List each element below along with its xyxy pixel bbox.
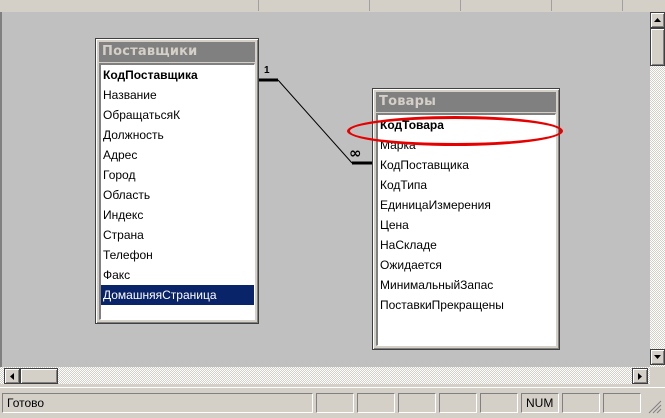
field-item[interactable]: ПоставкиПрекращены — [378, 295, 555, 315]
field-item[interactable]: Цена — [378, 215, 555, 235]
table-suppliers[interactable]: Поставщики КодПоставщика Название Обраща… — [95, 38, 259, 324]
table-title[interactable]: Товары — [376, 92, 556, 112]
scroll-left-arrow-icon — [10, 372, 14, 380]
resize-grip-icon[interactable] — [648, 400, 662, 414]
field-item[interactable]: Факс — [101, 265, 254, 285]
field-item[interactable]: Должность — [101, 125, 254, 145]
relationship-line — [277, 79, 353, 164]
scroll-right-arrow-icon — [638, 372, 642, 380]
field-item[interactable]: Страна — [101, 225, 254, 245]
scroll-right-button[interactable] — [632, 368, 648, 384]
field-item[interactable]: Город — [101, 165, 254, 185]
field-item[interactable]: Адрес — [101, 145, 254, 165]
field-item[interactable]: Ожидается — [378, 255, 555, 275]
field-item[interactable]: МинимальныйЗапас — [378, 275, 555, 295]
status-pane — [562, 393, 600, 413]
scroll-up-button[interactable] — [650, 12, 665, 28]
horizontal-scroll-thumb[interactable] — [20, 368, 58, 384]
status-pane — [316, 393, 354, 413]
status-text: Готово — [2, 393, 313, 413]
scrollbar-corner — [650, 367, 665, 384]
field-item[interactable]: ОбращатьсяК — [101, 105, 254, 125]
horizontal-scrollbar[interactable] — [0, 367, 650, 384]
field-item[interactable]: Название — [101, 85, 254, 105]
scroll-up-arrow-icon — [654, 18, 661, 22]
status-num: NUM — [521, 393, 559, 413]
relationship-one-label: 1 — [264, 65, 270, 76]
status-pane — [603, 393, 641, 413]
status-bar: Готово NUM — [0, 387, 665, 418]
status-pane — [357, 393, 395, 413]
field-item[interactable]: КодПоставщика — [101, 65, 254, 85]
field-item[interactable]: НаСкладе — [378, 235, 555, 255]
scroll-left-button[interactable] — [4, 368, 20, 384]
field-item[interactable]: КодПоставщика — [378, 155, 555, 175]
status-pane — [439, 393, 477, 413]
field-item[interactable]: Область — [101, 185, 254, 205]
field-item-selected[interactable]: ДомашняяСтраница — [101, 285, 254, 305]
field-list[interactable]: КодПоставщика Название ОбращатьсяК Должн… — [99, 63, 255, 320]
status-pane — [480, 393, 518, 413]
field-item[interactable]: КодТипа — [378, 175, 555, 195]
status-pane — [398, 393, 436, 413]
scroll-down-arrow-icon — [654, 355, 661, 359]
highlight-oval — [347, 116, 563, 146]
field-item[interactable]: Индекс — [101, 205, 254, 225]
relationship-many-label: ∞ — [349, 144, 362, 162]
vertical-scroll-thumb[interactable] — [650, 28, 665, 66]
table-title[interactable]: Поставщики — [99, 42, 255, 62]
field-item[interactable]: ЕдиницаИзмерения — [378, 195, 555, 215]
vertical-scrollbar[interactable] — [650, 12, 665, 367]
scroll-down-button[interactable] — [650, 349, 665, 365]
field-list[interactable]: КодТовара Марка КодПоставщика КодТипа Ед… — [376, 113, 556, 346]
field-item[interactable]: Телефон — [101, 245, 254, 265]
